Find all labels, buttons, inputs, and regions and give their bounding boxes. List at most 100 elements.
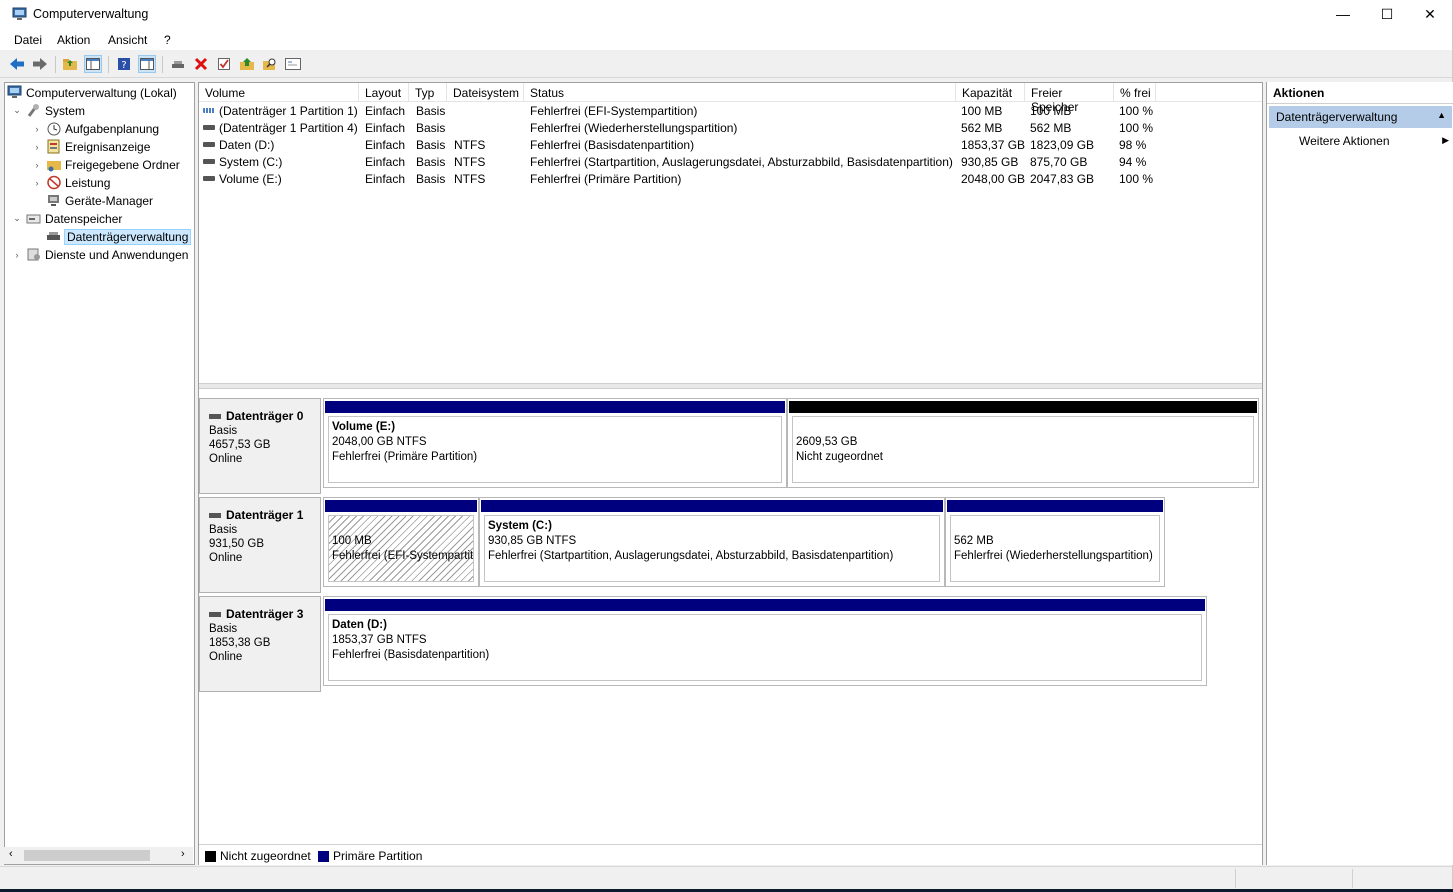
partition-status: Fehlerfrei (Wiederherstellungspartition) [954,550,1153,562]
chevron-right-icon[interactable]: › [31,160,43,170]
actions-section-datentraegerverwaltung[interactable]: Datenträgerverwaltung ▲ [1269,106,1452,128]
chevron-down-icon[interactable]: ⌄ [11,105,23,116]
title-bar: Computerverwaltung — ☐ ✕ [0,0,1452,28]
menu-bar: Datei Aktion Ansicht ? [0,28,1452,50]
volume-layout: Einfach [365,172,406,186]
search-icon[interactable] [261,55,279,73]
chevron-right-icon[interactable]: › [31,142,43,152]
services-icon [26,247,42,262]
disk-row-0: Datenträger 0 Basis 4657,53 GB Online Vo… [199,398,1259,494]
collapse-up-icon[interactable]: ▲ [1437,110,1446,120]
disk-label[interactable]: Datenträger 3 Basis 1853,38 GB Online [199,596,321,692]
tree-item-aufgabenplanung[interactable]: › Aufgabenplanung [31,120,159,137]
partition-bar [325,599,1205,611]
volume-icon [203,159,215,164]
menu-ansicht[interactable]: Ansicht [108,33,147,47]
chevron-right-icon[interactable]: › [31,124,43,134]
storage-icon [26,211,42,226]
partition-bar [481,500,943,512]
tree-item-ereignisanzeige[interactable]: › Ereignisanzeige [31,138,150,155]
volume-type: Basis [416,172,446,186]
partition-body: System (C:) 930,85 GB NTFS Fehlerfrei (S… [484,515,940,582]
partition-status: Fehlerfrei (Startpartition, Auslagerungs… [488,550,894,562]
checkbox-icon[interactable] [215,55,233,73]
partition-body: Volume (E:) 2048,00 GB NTFS Fehlerfrei (… [328,416,782,483]
column-volume[interactable]: Volume [199,83,359,102]
column-layout[interactable]: Layout [359,83,409,102]
volume-free: 875,70 GB [1030,155,1088,169]
column-typ[interactable]: Typ [409,83,447,102]
disk-icon [209,413,221,419]
volume-type: Basis [416,121,446,135]
partition-system-c[interactable]: System (C:) 930,85 GB NTFS Fehlerfrei (S… [479,497,945,587]
minimize-button[interactable]: — [1320,0,1366,28]
volume-row[interactable]: Daten (D:) Einfach Basis NTFS Fehlerfrei… [199,137,1262,154]
actions-header: Aktionen [1267,82,1453,104]
volume-row[interactable]: Volume (E:) Einfach Basis NTFS Fehlerfre… [199,171,1262,188]
column-dateisystem[interactable]: Dateisystem [447,83,524,102]
menu-aktion[interactable]: Aktion [57,33,90,47]
actions-section-label: Datenträgerverwaltung [1276,110,1398,124]
volume-list-header: Volume Layout Typ Dateisystem Status Kap… [199,83,1262,114]
chevron-down-icon[interactable]: ⌄ [11,213,23,224]
show-tree-icon[interactable] [84,55,102,73]
column-freier-speicher[interactable]: Freier Speicher [1025,83,1114,114]
volume-free: 100 MB [1030,104,1072,118]
volume-row[interactable]: System (C:) Einfach Basis NTFS Fehlerfre… [199,154,1262,171]
tree-item-computerverwaltung[interactable]: Computerverwaltung (Lokal) [7,84,177,101]
volume-layout: Einfach [365,155,406,169]
volume-row[interactable]: (Datenträger 1 Partition 1) Einfach Basi… [199,103,1262,120]
connect-icon[interactable] [169,55,187,73]
tree-item-datentraegerverwaltung[interactable]: Datenträgerverwaltung [46,228,192,245]
tree-horizontal-scrollbar[interactable]: ‹ › [4,847,193,864]
close-button[interactable]: ✕ [1407,0,1453,28]
volume-icon [203,108,215,113]
tree-item-geraete-manager[interactable]: Geräte-Manager [46,192,153,209]
partition-size: 930,85 GB NTFS [488,535,577,547]
help-icon[interactable]: ? [115,55,133,73]
tree-item-datenspeicher[interactable]: ⌄ Datenspeicher [11,210,122,227]
forward-icon[interactable] [31,55,49,73]
action-weitere-aktionen[interactable]: Weitere Aktionen ▶ [1299,134,1449,148]
volume-type: Basis [416,138,446,152]
chevron-right-icon[interactable]: › [31,178,43,188]
tree-item-system[interactable]: ⌄ System [11,102,85,119]
tree-item-freigegebene-ordner[interactable]: › Freigegebene Ordner [31,156,180,173]
column-kapazitaet[interactable]: Kapazität [956,83,1025,102]
partition-unallocated[interactable]: 2609,53 GB Nicht zugeordnet [787,398,1259,488]
tree-item-dienste[interactable]: › Dienste und Anwendungen [11,246,189,263]
partition-efi[interactable]: 100 MB Fehlerfrei (EFI-Systempartition) [323,497,479,587]
chevron-right-icon[interactable]: › [11,250,23,260]
scroll-left-icon[interactable]: ‹ [9,848,13,860]
partition-daten-d[interactable]: Daten (D:) 1853,37 GB NTFS Fehlerfrei (B… [323,596,1207,686]
menu-datei[interactable]: Datei [14,33,42,47]
scrollbar-thumb[interactable] [24,850,150,861]
volume-row[interactable]: (Datenträger 1 Partition 4) Einfach Basi… [199,120,1262,137]
back-icon[interactable] [8,55,26,73]
submenu-arrow-icon: ▶ [1442,135,1449,145]
volume-icon [203,142,215,147]
column-prozent-frei[interactable]: % frei [1114,83,1156,102]
up-folder-icon[interactable] [61,55,79,73]
disk-label[interactable]: Datenträger 1 Basis 931,50 GB Online [199,497,321,593]
delete-icon[interactable] [192,55,210,73]
export-icon[interactable] [238,55,256,73]
scroll-right-icon[interactable]: › [181,848,185,860]
volume-type: Basis [416,155,446,169]
tree-item-leistung[interactable]: › Leistung [31,174,111,191]
partition-size: 562 MB [954,535,994,547]
disk-label[interactable]: Datenträger 0 Basis 4657,53 GB Online [199,398,321,494]
volume-status: Fehlerfrei (Wiederherstellungspartition) [530,121,738,135]
properties-icon[interactable] [138,55,156,73]
volume-free: 1823,09 GB [1030,138,1095,152]
legend-label-primary: Primäre Partition [333,849,423,863]
disk-management-icon [46,229,62,244]
partition-volume-e[interactable]: Volume (E:) 2048,00 GB NTFS Fehlerfrei (… [323,398,787,488]
console-icon[interactable] [284,55,302,73]
disk-management-panel: Volume Layout Typ Dateisystem Status Kap… [198,82,1263,865]
maximize-button[interactable]: ☐ [1364,0,1410,28]
menu-help[interactable]: ? [164,33,171,47]
volume-name: Volume (E:) [219,172,282,186]
partition-recovery[interactable]: 562 MB Fehlerfrei (Wiederherstellungspar… [945,497,1165,587]
column-status[interactable]: Status [524,83,956,102]
